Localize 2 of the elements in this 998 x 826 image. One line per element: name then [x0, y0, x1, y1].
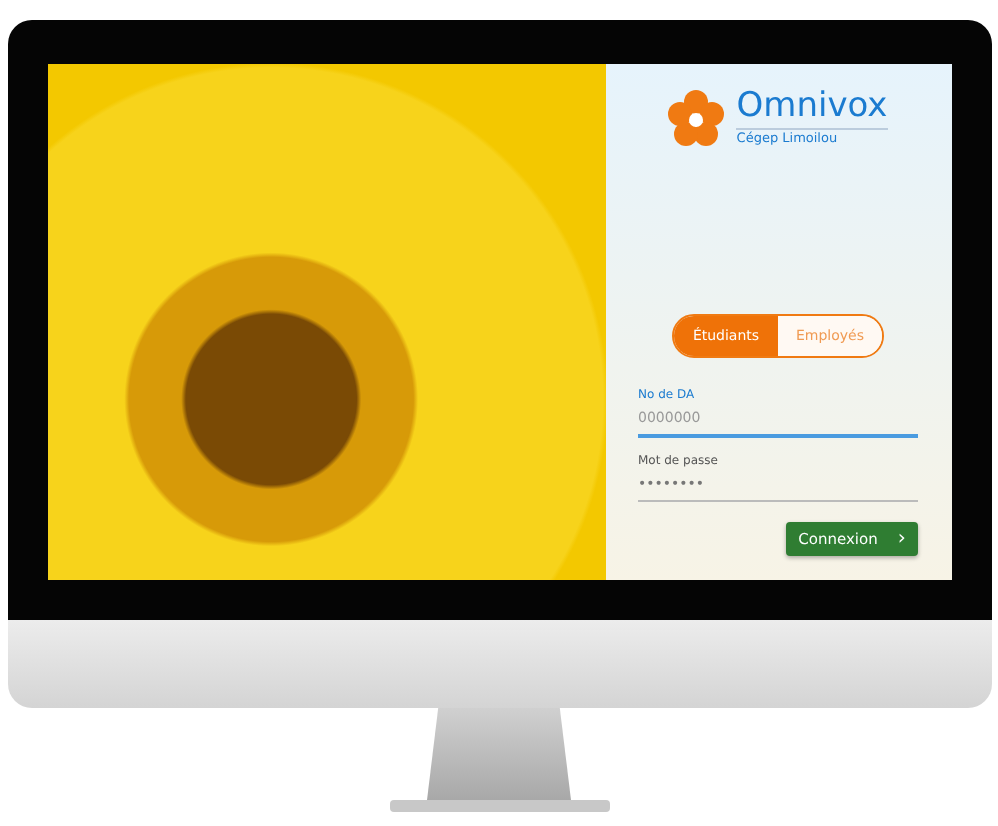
flower-logo-icon: [668, 89, 725, 145]
logo-name: Omnivox: [736, 88, 888, 126]
